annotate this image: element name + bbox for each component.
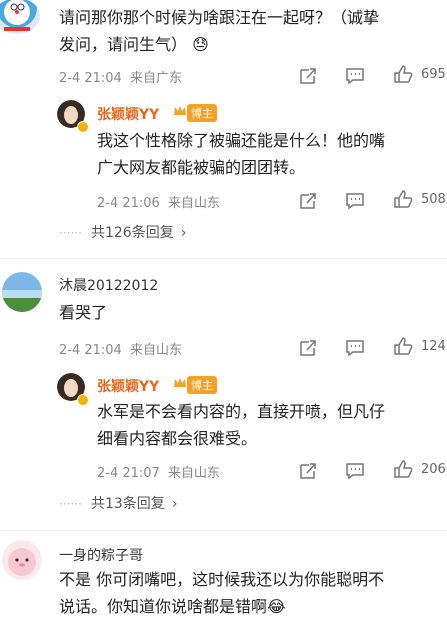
more-replies-link[interactable]: ······ 共126条回复 › <box>59 222 186 242</box>
verified-icon <box>77 394 89 406</box>
like-count: 124 <box>421 339 446 354</box>
comment-line: 看哭了 <box>59 303 108 322</box>
divider <box>0 258 447 259</box>
comment-meta: 2-4 21:04 来自山东 <box>59 339 182 358</box>
blogger-badge: 博主 <box>187 376 217 394</box>
comment-icon[interactable] <box>345 461 365 481</box>
comment-line: 说话。你知道你说啥都是错啊😂 <box>59 597 286 616</box>
timestamp: 2-4 21:07 <box>97 466 160 481</box>
dots-separator: ······ <box>59 497 82 511</box>
comment-line: 发问，请问生气） 😓 <box>59 35 209 54</box>
comment-icon[interactable] <box>345 66 365 86</box>
location: 来自广东 <box>129 71 182 86</box>
location: 来自山东 <box>167 196 220 211</box>
avatar[interactable] <box>2 540 42 580</box>
reply-author[interactable]: 张颖颖YY <box>97 104 159 124</box>
reply-text: 水军是不会看内容的，直接开喷，但凡仔 细看内容都会很难受。 <box>97 398 437 452</box>
comment-icon[interactable] <box>345 191 365 211</box>
chevron-right-icon: › <box>171 496 178 512</box>
share-icon[interactable] <box>298 66 318 86</box>
avatar[interactable] <box>0 0 40 34</box>
crown-icon <box>173 104 187 118</box>
verified-icon <box>77 121 89 133</box>
like-icon[interactable] <box>393 189 413 209</box>
share-icon[interactable] <box>298 191 318 211</box>
more-replies-link[interactable]: ······ 共13条回复 › <box>59 493 178 513</box>
like-icon[interactable] <box>393 336 413 356</box>
more-replies-label: 共13条回复 <box>90 496 165 512</box>
location: 来自山东 <box>129 343 182 358</box>
reply-line: 我这个性格除了被骗还能是什么！他的嘴 <box>97 131 386 150</box>
blogger-badge: 博主 <box>187 104 217 122</box>
like-icon[interactable] <box>393 459 413 479</box>
reply-line: 细看内容都会很难受。 <box>97 429 258 448</box>
comment-line: 请问那你那个时候为啥跟汪在一起呀？（诚挚 <box>59 8 380 27</box>
reply-meta: 2-4 21:06 来自山东 <box>97 192 220 211</box>
timestamp: 2-4 21:04 <box>59 71 122 86</box>
reply-author[interactable]: 张颖颖YY <box>97 376 159 396</box>
crown-icon <box>173 376 187 390</box>
reply-line: 广大网友都能被骗的团团转。 <box>97 158 306 177</box>
reply-meta: 2-4 21:07 来自山东 <box>97 462 220 481</box>
avatar[interactable] <box>2 272 42 312</box>
comment-text: 请问那你那个时候为啥跟汪在一起呀？（诚挚 发问，请问生气） 😓 <box>59 4 439 58</box>
share-icon[interactable] <box>298 338 318 358</box>
comment-text: 看哭了 <box>59 299 107 326</box>
timestamp: 2-4 21:06 <box>97 196 160 211</box>
location: 来自山东 <box>167 466 220 481</box>
reply-text: 我这个性格除了被骗还能是什么！他的嘴 广大网友都能被骗的团团转。 <box>97 127 437 181</box>
dots-separator: ······ <box>59 226 82 240</box>
divider <box>0 530 447 531</box>
more-replies-label: 共126条回复 <box>90 225 174 241</box>
like-count: 695 <box>421 67 446 82</box>
emoji-icon: 😂 <box>267 597 286 616</box>
like-icon[interactable] <box>393 64 413 84</box>
comment-username[interactable]: 沐晨20122012 <box>59 275 158 295</box>
share-icon[interactable] <box>298 461 318 481</box>
emoji-icon: 😓 <box>192 35 209 54</box>
chevron-right-icon: › <box>180 225 187 241</box>
reply-line: 水军是不会看内容的，直接开喷，但凡仔 <box>97 402 386 421</box>
like-count: 508 <box>421 192 446 207</box>
comment-username[interactable]: 一身的粽子哥 <box>59 545 143 565</box>
comment-text: 不是 你可闭嘴吧，这时候我还以为你能聪明不 说话。你知道你说啥都是错啊😂 <box>59 566 444 620</box>
comment-icon[interactable] <box>345 338 365 358</box>
comment-meta: 2-4 21:04 来自广东 <box>59 67 182 86</box>
comment-line: 不是 你可闭嘴吧，这时候我还以为你能聪明不 <box>59 570 385 589</box>
like-count: 206 <box>421 462 446 477</box>
timestamp: 2-4 21:04 <box>59 343 122 358</box>
